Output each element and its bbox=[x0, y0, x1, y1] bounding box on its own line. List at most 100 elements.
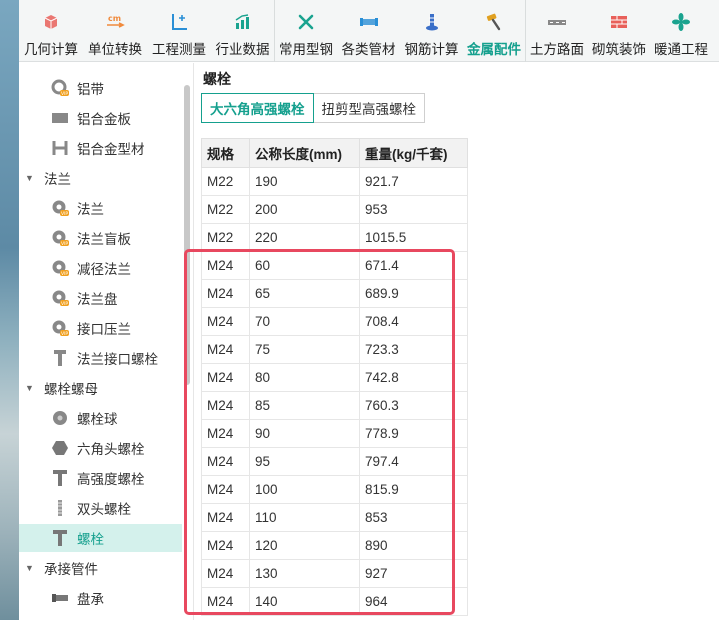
toolbar-item-7[interactable]: 金属配件 bbox=[463, 0, 525, 62]
table-cell: 890 bbox=[359, 531, 468, 560]
column-header: 公称长度(mm) bbox=[249, 138, 360, 168]
hex-icon bbox=[51, 439, 69, 457]
table-cell: 120 bbox=[249, 531, 360, 560]
flange-vip-icon: VIP bbox=[51, 259, 69, 277]
svg-text:VIP: VIP bbox=[61, 91, 68, 97]
table-cell: M24 bbox=[201, 251, 250, 280]
sidebar-item-1[interactable]: 铝合金板 bbox=[19, 104, 182, 132]
chevron-down-icon: ▼ bbox=[25, 173, 34, 183]
table-cell: M22 bbox=[201, 195, 250, 224]
sidebar-group-16[interactable]: ▼ 承接管件 bbox=[19, 554, 182, 582]
toolbar-item-1[interactable]: cm 单位转换 bbox=[83, 0, 147, 62]
table-cell: 90 bbox=[249, 419, 360, 448]
sidebar-item-label: 铝合金型材 bbox=[77, 142, 145, 157]
sidebar-item-label: 法兰接口螺栓 bbox=[77, 352, 158, 367]
toolbar-item-label: 工程测量 bbox=[152, 42, 206, 57]
sidebar-item-9[interactable]: 法兰接口螺栓 bbox=[19, 344, 182, 372]
toolbar-item-label: 几何计算 bbox=[24, 42, 78, 57]
table-cell: 75 bbox=[249, 335, 360, 364]
sidebar-item-4[interactable]: VIP 法兰 bbox=[19, 194, 182, 222]
sidebar-group-10[interactable]: ▼ 螺栓螺母 bbox=[19, 374, 182, 402]
table-cell: 671.4 bbox=[359, 251, 468, 280]
table-row[interactable]: M24 140 964 bbox=[201, 587, 468, 616]
toolbar-item-8[interactable]: 土方路面 bbox=[526, 0, 588, 62]
toolbar-item-5[interactable]: 各类管材 bbox=[337, 0, 400, 62]
table-row[interactable]: M24 130 927 bbox=[201, 559, 468, 588]
sidebar-item-label: 螺栓球 bbox=[77, 412, 118, 427]
table-row[interactable]: M24 80 742.8 bbox=[201, 363, 468, 392]
sidebar-item-8[interactable]: VIP 接口压兰 bbox=[19, 314, 182, 342]
sidebar-item-2[interactable]: 铝合金型材 bbox=[19, 134, 182, 162]
sidebar-item-label: 铝合金板 bbox=[77, 112, 131, 127]
ring-vip-icon: VIP bbox=[51, 79, 69, 97]
table-row[interactable]: M22 220 1015.5 bbox=[201, 223, 468, 252]
tab-1[interactable]: 扭剪型高强螺栓 bbox=[313, 93, 425, 123]
sidebar-item-label: 盘承 bbox=[77, 592, 104, 607]
toolbar-item-0[interactable]: 几何计算 bbox=[19, 0, 83, 62]
sidebar-item-13[interactable]: 高强度螺栓 bbox=[19, 464, 182, 492]
category-toolbar: 几何计算 cm 单位转换 工程测量 行业数据 常用型钢 各类管材 钢筋计算 金属配… bbox=[19, 0, 719, 62]
column-header: 规格 bbox=[201, 138, 250, 168]
toolbar-item-label: 暖通工程 bbox=[654, 42, 708, 57]
table-row[interactable]: M24 70 708.4 bbox=[201, 307, 468, 336]
table-row[interactable]: M24 65 689.9 bbox=[201, 279, 468, 308]
sidebar-group-label: 螺栓螺母 bbox=[44, 382, 98, 397]
table-cell: 742.8 bbox=[359, 363, 468, 392]
table-row[interactable]: M24 95 797.4 bbox=[201, 447, 468, 476]
table-row[interactable]: M24 85 760.3 bbox=[201, 391, 468, 420]
sidebar-item-5[interactable]: VIP 法兰盲板 bbox=[19, 224, 182, 252]
sidebar-group-label: 承接管件 bbox=[44, 562, 98, 577]
toolbar-item-6[interactable]: 钢筋计算 bbox=[400, 0, 463, 62]
sidebar-item-17[interactable]: 盘承 bbox=[19, 584, 182, 612]
toolbar-item-4[interactable]: 常用型钢 bbox=[275, 0, 337, 62]
sidebar-item-14[interactable]: 双头螺栓 bbox=[19, 494, 182, 522]
svg-text:VIP: VIP bbox=[61, 211, 68, 217]
sidebar-item-label: 螺栓 bbox=[77, 532, 104, 547]
sidebar-group-3[interactable]: ▼ 法兰 bbox=[19, 164, 182, 192]
column-header: 重量(kg/千套) bbox=[359, 138, 468, 168]
table-row[interactable]: M24 120 890 bbox=[201, 531, 468, 560]
table-row[interactable]: M22 190 921.7 bbox=[201, 167, 468, 196]
pipe-fitting-icon bbox=[51, 589, 69, 607]
table-cell: M24 bbox=[201, 503, 250, 532]
cm-convert-icon: cm bbox=[104, 11, 126, 33]
toolbar-item-label: 钢筋计算 bbox=[404, 42, 459, 57]
axis-icon bbox=[168, 11, 190, 33]
toolbar-item-label: 单位转换 bbox=[88, 42, 142, 57]
rebar-icon bbox=[421, 11, 443, 33]
flange-vip-icon: VIP bbox=[51, 289, 69, 307]
t-bolt-icon bbox=[51, 529, 69, 547]
toolbar-item-label: 行业数据 bbox=[215, 42, 270, 57]
sidebar-item-11[interactable]: 螺栓球 bbox=[19, 404, 182, 432]
table-row[interactable]: M24 75 723.3 bbox=[201, 335, 468, 364]
sidebar-item-6[interactable]: VIP 减径法兰 bbox=[19, 254, 182, 282]
sidebar-item-7[interactable]: VIP 法兰盘 bbox=[19, 284, 182, 312]
table-row[interactable]: M22 200 953 bbox=[201, 195, 468, 224]
svg-text:VIP: VIP bbox=[61, 331, 68, 337]
sidebar-item-12[interactable]: 六角头螺栓 bbox=[19, 434, 182, 462]
toolbar-item-label: 各类管材 bbox=[341, 42, 396, 57]
brick-icon bbox=[608, 11, 630, 33]
flange-vip-icon: VIP bbox=[51, 229, 69, 247]
toolbar-item-10[interactable]: 暖通工程 bbox=[650, 0, 712, 62]
sidebar-item-label: 高强度螺栓 bbox=[77, 472, 145, 487]
sidebar-item-15[interactable]: 螺栓 bbox=[19, 524, 182, 552]
svg-text:cm: cm bbox=[108, 14, 121, 23]
table-cell: M24 bbox=[201, 587, 250, 616]
table-cell: M24 bbox=[201, 307, 250, 336]
toolbar-item-3[interactable]: 行业数据 bbox=[211, 0, 274, 62]
sidebar-item-0[interactable]: VIP 铝带 bbox=[19, 74, 182, 102]
table-row[interactable]: M24 90 778.9 bbox=[201, 419, 468, 448]
table-cell: 190 bbox=[249, 167, 360, 196]
toolbar-item-2[interactable]: 工程测量 bbox=[147, 0, 211, 62]
table-cell: 60 bbox=[249, 251, 360, 280]
table-cell: M24 bbox=[201, 419, 250, 448]
table-row[interactable]: M24 60 671.4 bbox=[201, 251, 468, 280]
sidebar-scrollbar[interactable] bbox=[184, 85, 190, 385]
table-cell: 708.4 bbox=[359, 307, 468, 336]
h-beam-icon bbox=[51, 139, 69, 157]
table-row[interactable]: M24 100 815.9 bbox=[201, 475, 468, 504]
table-row[interactable]: M24 110 853 bbox=[201, 503, 468, 532]
tab-0[interactable]: 大六角高强螺栓 bbox=[201, 93, 314, 123]
toolbar-item-9[interactable]: 砌筑装饰 bbox=[588, 0, 650, 62]
